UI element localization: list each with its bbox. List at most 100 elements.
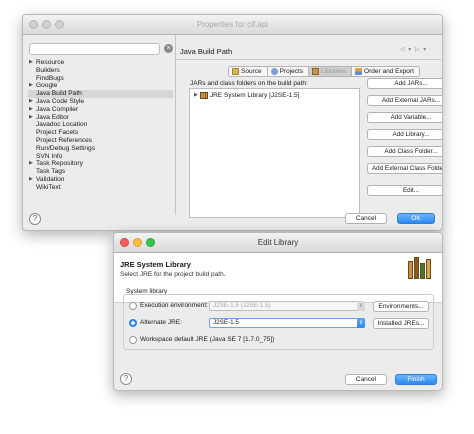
execution-environment-select[interactable]: J2SE-1.5 (J2SE-1.5) ⇕ (209, 301, 365, 311)
expand-arrow-icon[interactable]: ▶ (29, 59, 33, 67)
expand-arrow-icon[interactable]: ▶ (29, 82, 33, 90)
close-window-icon[interactable] (120, 238, 129, 247)
properties-titlebar[interactable]: Properties for cif.api (23, 15, 442, 35)
zoom-window-icon[interactable] (146, 238, 155, 247)
history-nav-icon[interactable]: ◁ ▾ ▷ ▾ (400, 46, 427, 53)
tree-item[interactable]: WikiText (28, 184, 173, 192)
help-icon[interactable]: ? (29, 213, 41, 225)
cancel-button[interactable]: Cancel (345, 213, 387, 224)
alternate-jre-radio[interactable] (129, 319, 137, 327)
library-books-icon (408, 257, 434, 279)
build-path-tabs: Source Projects Libraries Order and Expo… (228, 66, 420, 77)
tree-item-label: Google (36, 82, 58, 90)
tab-order-export[interactable]: Order and Export (352, 66, 420, 77)
add-class-folder-button[interactable]: Add Class Folder... (367, 146, 442, 157)
edit-library-window: Edit Library JRE System Library Select J… (113, 232, 443, 391)
dialog-heading: JRE System Library (120, 260, 191, 269)
tab-order-export-label: Order and Export (364, 67, 414, 75)
add-jars-button[interactable]: Add JARs... (367, 78, 442, 89)
tree-item-label: Builders (36, 66, 60, 74)
tree-item[interactable]: ▶ Task Repository (28, 160, 173, 168)
properties-window-title: Properties for cif.api (196, 20, 269, 29)
tree-item[interactable]: ▶ Google (28, 82, 173, 90)
tree-item-label: Run/Debug Settings (36, 144, 96, 152)
edit-library-titlebar[interactable]: Edit Library (114, 233, 442, 253)
tree-item-label: SVN Info (36, 152, 63, 160)
tree-item[interactable]: Builders (28, 67, 173, 75)
tree-item[interactable]: Project Facets (28, 129, 173, 137)
zoom-window-icon[interactable] (55, 20, 64, 29)
source-folder-icon (232, 68, 239, 75)
tree-item[interactable]: Javadoc Location (28, 121, 173, 129)
alternate-jre-value: J2SE-1.5 (213, 319, 239, 326)
tree-item[interactable]: ▶ Java Code Style (28, 98, 173, 106)
tree-item[interactable]: Run/Debug Settings (28, 145, 173, 153)
minimize-window-icon[interactable] (133, 238, 142, 247)
tree-item[interactable]: Java Build Path (28, 90, 173, 98)
clear-filter-icon[interactable]: × (164, 44, 173, 53)
ok-button[interactable]: OK (397, 213, 435, 224)
close-window-icon[interactable] (29, 20, 38, 29)
expand-arrow-icon[interactable]: ▶ (29, 98, 33, 106)
tree-item[interactable]: Task Tags (28, 168, 173, 176)
execution-environment-value: J2SE-1.5 (J2SE-1.5) (213, 302, 271, 309)
tree-item[interactable]: Project References (28, 137, 173, 145)
environments-button[interactable]: Environments... (373, 301, 429, 312)
tree-item-label: Java Build Path (36, 90, 82, 98)
tab-libraries[interactable]: Libraries (309, 66, 353, 77)
expand-arrow-icon[interactable]: ▶ (29, 114, 33, 122)
build-path-list-label: JARs and class folders on the build path… (190, 80, 308, 87)
help-icon[interactable]: ? (120, 373, 132, 385)
property-tree: ▶ Resource Builders FindBugs ▶ Google Java Bui… (28, 59, 173, 192)
tree-item-label: Validation (36, 175, 65, 183)
tree-item-label: Java Compiler (36, 105, 79, 113)
add-external-class-folder-button[interactable]: Add External Class Folder... (367, 163, 442, 174)
minimize-window-icon[interactable] (42, 20, 51, 29)
edit-button[interactable]: Edit... (367, 185, 442, 196)
tree-item[interactable]: FindBugs (28, 75, 173, 83)
expand-arrow-icon[interactable]: ▶ (194, 91, 198, 100)
tree-item-label: Resource (36, 59, 65, 66)
tab-projects[interactable]: Projects (267, 66, 310, 77)
add-variable-button[interactable]: Add Variable... (367, 112, 442, 123)
projects-icon (270, 68, 278, 75)
tree-item-label: FindBugs (36, 74, 64, 82)
tree-item[interactable]: ▶ Java Editor (28, 114, 173, 122)
expand-arrow-icon[interactable]: ▶ (29, 106, 33, 114)
tree-item-label: Task Tags (36, 168, 66, 176)
library-entry-label: JRE System Library [J2SE-1.5] (209, 92, 300, 99)
order-export-icon (355, 68, 363, 75)
workspace-default-radio[interactable] (129, 336, 137, 344)
filter-input[interactable] (29, 43, 160, 55)
tab-source[interactable]: Source (228, 66, 268, 77)
tree-item-label: WikiText (36, 183, 61, 191)
pane-divider[interactable] (175, 35, 176, 215)
tab-source-label: Source (241, 67, 262, 75)
tab-libraries-label: Libraries (321, 67, 347, 75)
cancel-button[interactable]: Cancel (345, 374, 387, 385)
add-external-jars-button[interactable]: Add External JARs... (367, 95, 442, 106)
alternate-jre-label: Alternate JRE: (140, 319, 182, 326)
tree-item-label: Javadoc Location (36, 121, 88, 129)
tree-item[interactable]: ▶ Resource (28, 59, 173, 67)
add-library-button[interactable]: Add Library... (367, 129, 442, 140)
tree-item[interactable]: SVN Info (28, 153, 173, 161)
expand-arrow-icon[interactable]: ▶ (29, 176, 33, 184)
execution-environment-radio[interactable] (129, 302, 137, 310)
expand-arrow-icon[interactable]: ▶ (29, 160, 33, 168)
tree-item-label: Java Code Style (36, 97, 85, 105)
tree-item[interactable]: ▶ Validation (28, 176, 173, 184)
finish-button[interactable]: Finish (395, 374, 437, 385)
list-item[interactable]: ▶ JRE System Library [J2SE-1.5] (194, 91, 299, 100)
system-library-group: Execution environment: J2SE-1.5 (J2SE-1.… (123, 294, 434, 350)
pane-separator (176, 59, 442, 60)
build-path-list[interactable]: ▶ JRE System Library [J2SE-1.5] (189, 88, 360, 218)
alternate-jre-select[interactable]: J2SE-1.5 ⇕ (209, 318, 365, 328)
edit-library-window-title: Edit Library (257, 238, 299, 247)
tree-item[interactable]: ▶ Java Compiler (28, 106, 173, 114)
dialog-subheading: Select JRE for the project build path. (120, 271, 226, 278)
tree-item-label: Project Facets (36, 129, 79, 137)
tree-item-label: Project References (36, 136, 93, 144)
tree-item-label: Task Repository (36, 160, 83, 168)
installed-jres-button[interactable]: Installed JREs... (373, 318, 429, 329)
